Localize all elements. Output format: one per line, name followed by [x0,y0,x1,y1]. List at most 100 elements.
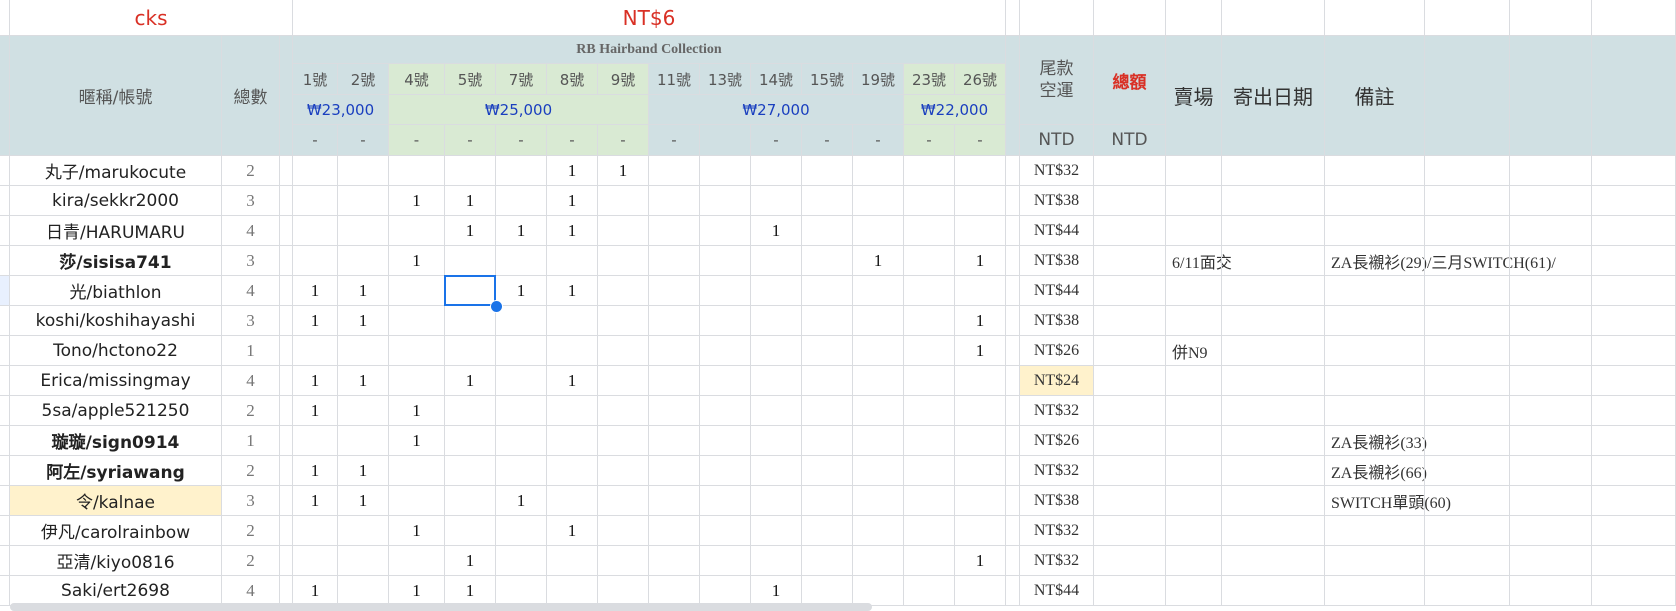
item-cell[interactable] [338,186,389,216]
item-cell[interactable] [649,516,700,546]
row-balance[interactable]: NT$38 [1020,246,1094,276]
item-cell[interactable] [598,336,649,366]
row-venue[interactable] [1166,366,1325,396]
item-cell[interactable] [389,306,445,336]
row-total[interactable]: 3 [222,486,280,516]
row-sum[interactable] [1094,516,1166,546]
spacer-cell[interactable] [280,546,293,576]
title-note[interactable] [1325,0,1425,36]
item-cell[interactable] [904,426,955,456]
row-balance[interactable]: NT$44 [1020,216,1094,246]
title-ship[interactable] [1222,0,1325,36]
item-cell[interactable]: 1 [293,306,338,336]
row-name[interactable]: 璇璇/sign0914 [10,426,222,456]
row-note[interactable] [1325,156,1676,186]
row-sum[interactable] [1094,156,1166,186]
item-cell[interactable] [904,486,955,516]
item-cell[interactable] [649,546,700,576]
item-cell[interactable] [496,306,547,336]
item-cell[interactable] [700,156,751,186]
item-cell[interactable] [547,246,598,276]
spacer-cell[interactable] [1006,546,1020,576]
title-spacer[interactable] [1006,0,1020,36]
title-ex3[interactable] [1592,0,1676,36]
item-cell[interactable] [853,156,904,186]
item-cell[interactable] [853,546,904,576]
item-cell[interactable] [389,156,445,186]
item-cell[interactable] [496,516,547,546]
item-cell[interactable] [751,456,802,486]
row-total[interactable]: 2 [222,456,280,486]
row-venue[interactable] [1166,486,1325,516]
row-total[interactable]: 2 [222,516,280,546]
item-cell[interactable] [496,576,547,606]
row-venue[interactable] [1166,276,1325,306]
item-cell[interactable] [802,246,853,276]
item-cell[interactable] [547,486,598,516]
row-name[interactable]: 日青/HARUMARU [10,216,222,246]
item-cell[interactable] [904,246,955,276]
row-name[interactable]: kira/sekkr2000 [10,186,222,216]
item-cell[interactable]: 1 [751,576,802,606]
item-cell[interactable] [598,366,649,396]
row-note[interactable] [1325,516,1676,546]
item-cell[interactable] [955,486,1006,516]
item-cell[interactable] [955,186,1006,216]
item-cell[interactable]: 1 [445,576,496,606]
row-note[interactable] [1325,366,1676,396]
item-cell[interactable]: 1 [389,186,445,216]
item-cell[interactable] [802,336,853,366]
item-cell[interactable] [338,516,389,546]
row-sum[interactable] [1094,456,1166,486]
item-cell[interactable] [496,456,547,486]
item-cell[interactable] [293,546,338,576]
row-sum[interactable] [1094,576,1166,606]
item-cell[interactable] [802,576,853,606]
item-cell[interactable] [955,456,1006,486]
spacer-cell[interactable] [280,336,293,366]
row-venue[interactable] [1166,156,1325,186]
row-note[interactable]: ZA長襯衫(66) [1325,456,1676,486]
item-cell[interactable] [649,216,700,246]
item-cell[interactable] [700,516,751,546]
item-cell[interactable] [751,546,802,576]
item-cell[interactable] [700,426,751,456]
row-gutter[interactable] [0,186,10,216]
item-cell[interactable]: 1 [293,486,338,516]
item-cell[interactable]: 1 [389,576,445,606]
spacer-cell[interactable] [1006,366,1020,396]
item-cell[interactable] [853,276,904,306]
spacer-cell[interactable] [280,216,293,246]
item-cell[interactable] [802,516,853,546]
item-cell[interactable] [649,306,700,336]
row-sum[interactable] [1094,486,1166,516]
row-name[interactable]: 丸子/marukocute [10,156,222,186]
item-cell[interactable] [649,276,700,306]
row-venue[interactable] [1166,396,1325,426]
item-cell[interactable] [751,306,802,336]
item-cell[interactable] [338,246,389,276]
row-name[interactable]: 莎/sisisa741 [10,246,222,276]
item-cell[interactable]: 1 [389,426,445,456]
row-total[interactable]: 4 [222,366,280,396]
item-cell[interactable] [445,516,496,546]
item-cell[interactable]: 1 [955,246,1006,276]
item-cell[interactable]: 1 [389,246,445,276]
item-cell[interactable] [389,216,445,246]
item-cell[interactable] [338,546,389,576]
spacer-cell[interactable] [1006,426,1020,456]
item-cell[interactable] [853,186,904,216]
row-balance[interactable]: NT$32 [1020,456,1094,486]
spacer-cell[interactable] [280,306,293,336]
row-total[interactable]: 4 [222,216,280,246]
row-total[interactable]: 2 [222,156,280,186]
item-cell[interactable]: 1 [293,276,338,306]
row-sum[interactable] [1094,546,1166,576]
item-cell[interactable] [955,576,1006,606]
row-venue[interactable] [1166,426,1325,456]
row-balance[interactable]: NT$38 [1020,486,1094,516]
item-cell[interactable]: 1 [338,306,389,336]
item-cell[interactable] [389,456,445,486]
row-gutter[interactable] [0,546,10,576]
spacer-cell[interactable] [1006,486,1020,516]
